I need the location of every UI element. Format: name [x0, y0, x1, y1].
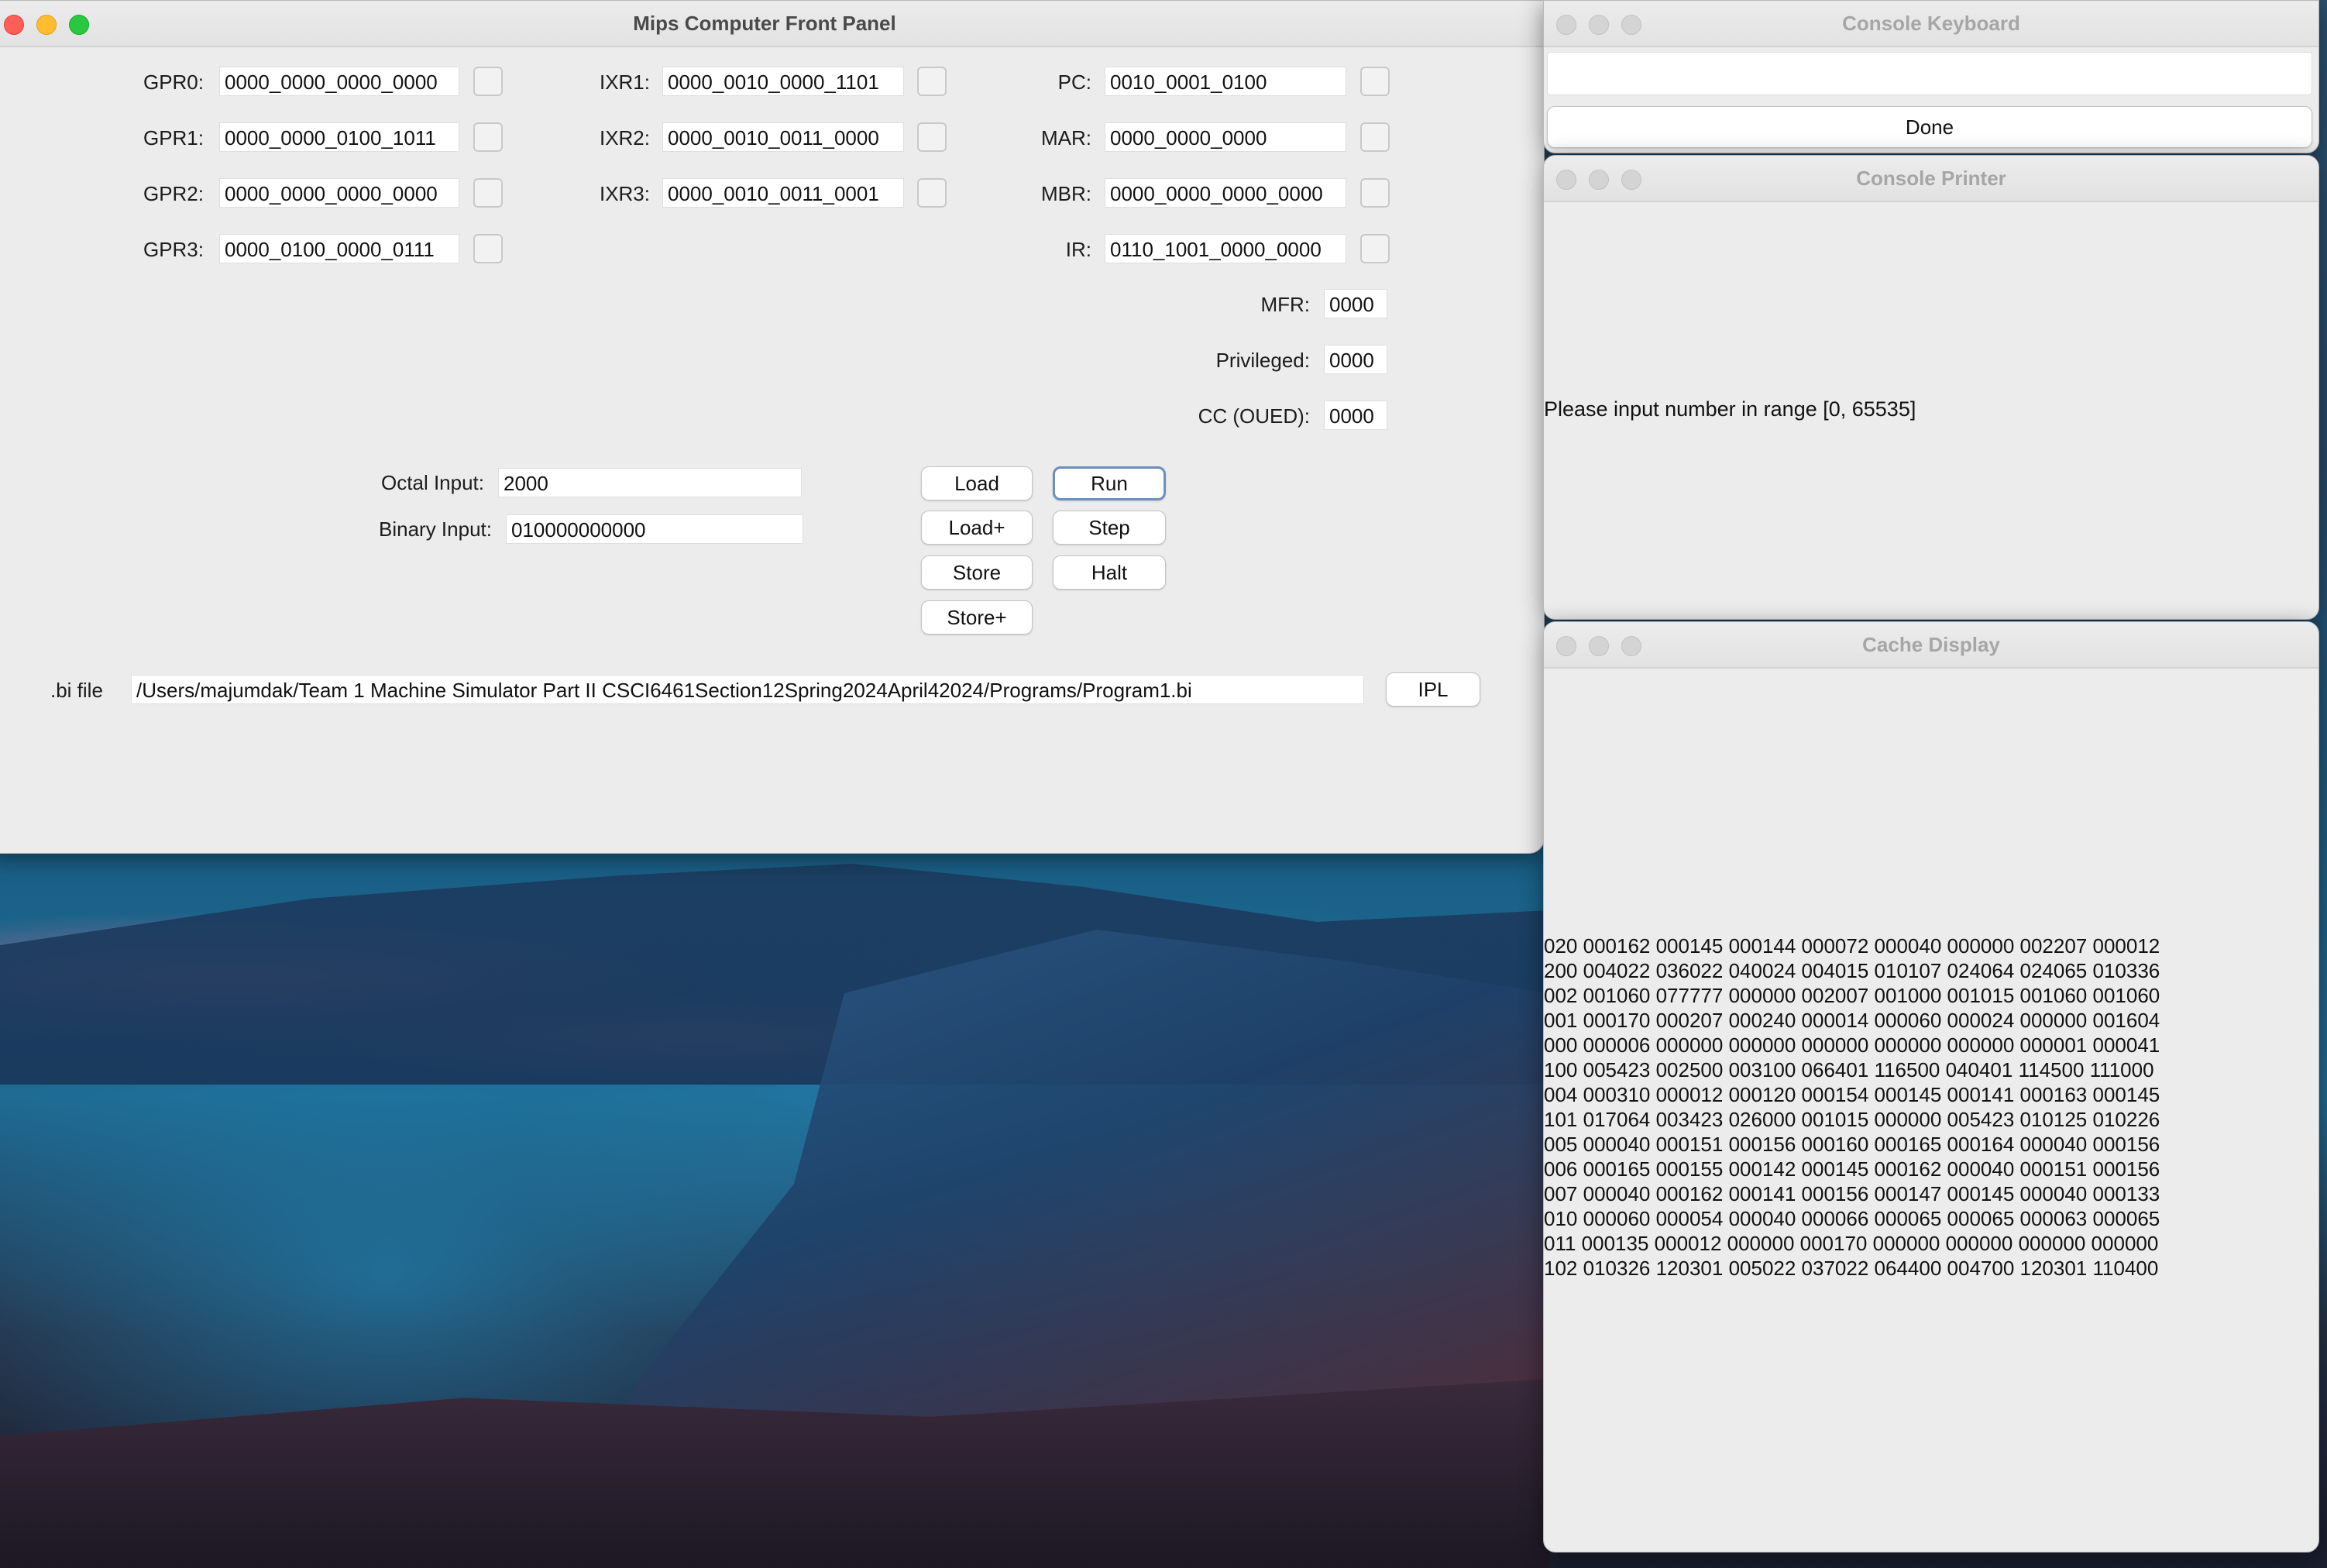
mar-load-checkbox[interactable]: [1360, 122, 1390, 152]
cache-line: 001 000170 000207 000240 000014 000060 0…: [1544, 1009, 2160, 1032]
pc-label: PC:: [1057, 70, 1091, 94]
gpr1-label: GPR1:: [143, 126, 204, 150]
mfr-field[interactable]: 0000: [1324, 289, 1387, 318]
mbr-label: MBR:: [1041, 182, 1091, 205]
gpr0-label: GPR0:: [143, 70, 204, 94]
console-printer-output: Please input number in range [0, 65535]: [1544, 397, 1916, 421]
ixr2-load-checkbox[interactable]: [917, 122, 947, 152]
cc-label: CC (OUED):: [1198, 404, 1310, 428]
ixr2-label: IXR2:: [599, 126, 650, 150]
cache-line: 002 001060 077777 000000 002007 001000 0…: [1544, 984, 2160, 1007]
ir-label: IR:: [1065, 238, 1091, 261]
console-keyboard-titlebar[interactable]: Console Keyboard: [1544, 1, 2318, 47]
window-title: Console Printer: [1856, 167, 2006, 190]
privileged-field[interactable]: 0000: [1324, 345, 1387, 374]
pc-field[interactable]: 0010_0001_0100: [1105, 67, 1346, 96]
privileged-label: Privileged:: [1215, 349, 1310, 372]
ir-field[interactable]: 0110_1001_0000_0000: [1105, 234, 1346, 263]
halt-button[interactable]: Halt: [1053, 555, 1166, 590]
window-title: Cache Display: [1862, 633, 2000, 656]
mbr-field[interactable]: 0000_0000_0000_0000: [1105, 178, 1346, 208]
gpr3-label: GPR3:: [143, 238, 204, 261]
gpr1-load-checkbox[interactable]: [473, 122, 503, 152]
mar-label: MAR:: [1041, 126, 1091, 150]
ixr1-load-checkbox[interactable]: [917, 67, 947, 96]
octal-input-label: Octal Input:: [381, 471, 484, 494]
store-button[interactable]: Store: [921, 555, 1033, 590]
console-keyboard-window: Console Keyboard Done: [1543, 0, 2319, 153]
cc-field[interactable]: 0000: [1324, 401, 1387, 430]
console-printer-titlebar[interactable]: Console Printer: [1544, 156, 2318, 202]
cache-line: 006 000165 000155 000142 000145 000162 0…: [1544, 1157, 2160, 1181]
load-plus-button[interactable]: Load+: [921, 511, 1033, 545]
gpr2-label: GPR2:: [143, 182, 204, 205]
cache-line: 010 000060 000054 000040 000066 000065 0…: [1544, 1207, 2160, 1230]
ixr2-field[interactable]: 0000_0010_0011_0000: [662, 122, 904, 152]
cache-line: 007 000040 000162 000141 000156 000147 0…: [1544, 1182, 2160, 1205]
pc-load-checkbox[interactable]: [1360, 67, 1390, 96]
console-keyboard-input[interactable]: [1547, 52, 2312, 95]
ixr3-field[interactable]: 0000_0010_0011_0001: [662, 178, 904, 208]
cache-lines: 020 000162 000145 000144 000072 000040 0…: [1544, 934, 2318, 1281]
octal-input-field[interactable]: 2000: [498, 468, 802, 497]
cache-line: 000 000006 000000 000000 000000 000000 0…: [1544, 1033, 2160, 1057]
mar-field[interactable]: 0000_0000_0000: [1105, 122, 1346, 152]
bi-file-label: .bi file: [50, 679, 103, 702]
cache-line: 011 000135 000012 000000 000170 000000 0…: [1544, 1232, 2159, 1255]
ixr3-label: IXR3:: [599, 182, 650, 205]
front-panel-window: Mips Computer Front Panel GPR0: 0000_000…: [0, 0, 1545, 854]
load-button[interactable]: Load: [921, 466, 1033, 500]
gpr2-load-checkbox[interactable]: [473, 178, 503, 208]
ixr1-field[interactable]: 0000_0010_0000_1101: [662, 67, 904, 96]
cache-line: 101 017064 003423 026000 001015 000000 0…: [1544, 1108, 2160, 1131]
gpr0-field[interactable]: 0000_0000_0000_0000: [219, 67, 459, 96]
gpr1-field[interactable]: 0000_0000_0100_1011: [219, 122, 459, 152]
ixr3-load-checkbox[interactable]: [917, 178, 947, 208]
cache-line: 005 000040 000151 000156 000160 000165 0…: [1544, 1133, 2160, 1156]
window-title: Console Keyboard: [1842, 12, 2020, 35]
ir-load-checkbox[interactable]: [1360, 234, 1390, 263]
ipl-button[interactable]: IPL: [1386, 672, 1480, 707]
cache-line: 020 000162 000145 000144 000072 000040 0…: [1544, 934, 2160, 958]
ixr1-label: IXR1:: [599, 70, 650, 94]
mfr-label: MFR:: [1260, 293, 1310, 316]
step-button[interactable]: Step: [1053, 511, 1166, 545]
gpr0-load-checkbox[interactable]: [473, 67, 503, 96]
bi-file-path-field[interactable]: /Users/majumdak/Team 1 Machine Simulator…: [131, 675, 1364, 704]
gpr3-load-checkbox[interactable]: [473, 234, 503, 263]
binary-input-field[interactable]: 010000000000: [506, 514, 803, 544]
done-button[interactable]: Done: [1547, 106, 2312, 148]
cache-line: 200 004022 036022 040024 004015 010107 0…: [1544, 959, 2160, 982]
gpr2-field[interactable]: 0000_0000_0000_0000: [219, 178, 459, 208]
cache-display-window: Cache Display 020 000162 000145 000144 0…: [1543, 621, 2319, 1553]
store-plus-button[interactable]: Store+: [921, 600, 1033, 634]
mbr-load-checkbox[interactable]: [1360, 178, 1390, 208]
cache-line: 004 000310 000012 000120 000154 000145 0…: [1544, 1083, 2160, 1106]
gpr3-field[interactable]: 0000_0100_0000_0111: [219, 234, 459, 263]
run-button[interactable]: Run: [1053, 466, 1166, 500]
console-printer-window: Console Printer Please input number in r…: [1543, 155, 2319, 620]
cache-line: 102 010326 120301 005022 037022 064400 0…: [1544, 1257, 2159, 1280]
cache-line: 100 005423 002500 003100 066401 116500 0…: [1544, 1058, 2154, 1081]
binary-input-label: Binary Input:: [379, 518, 492, 541]
cache-display-titlebar[interactable]: Cache Display: [1544, 622, 2318, 669]
